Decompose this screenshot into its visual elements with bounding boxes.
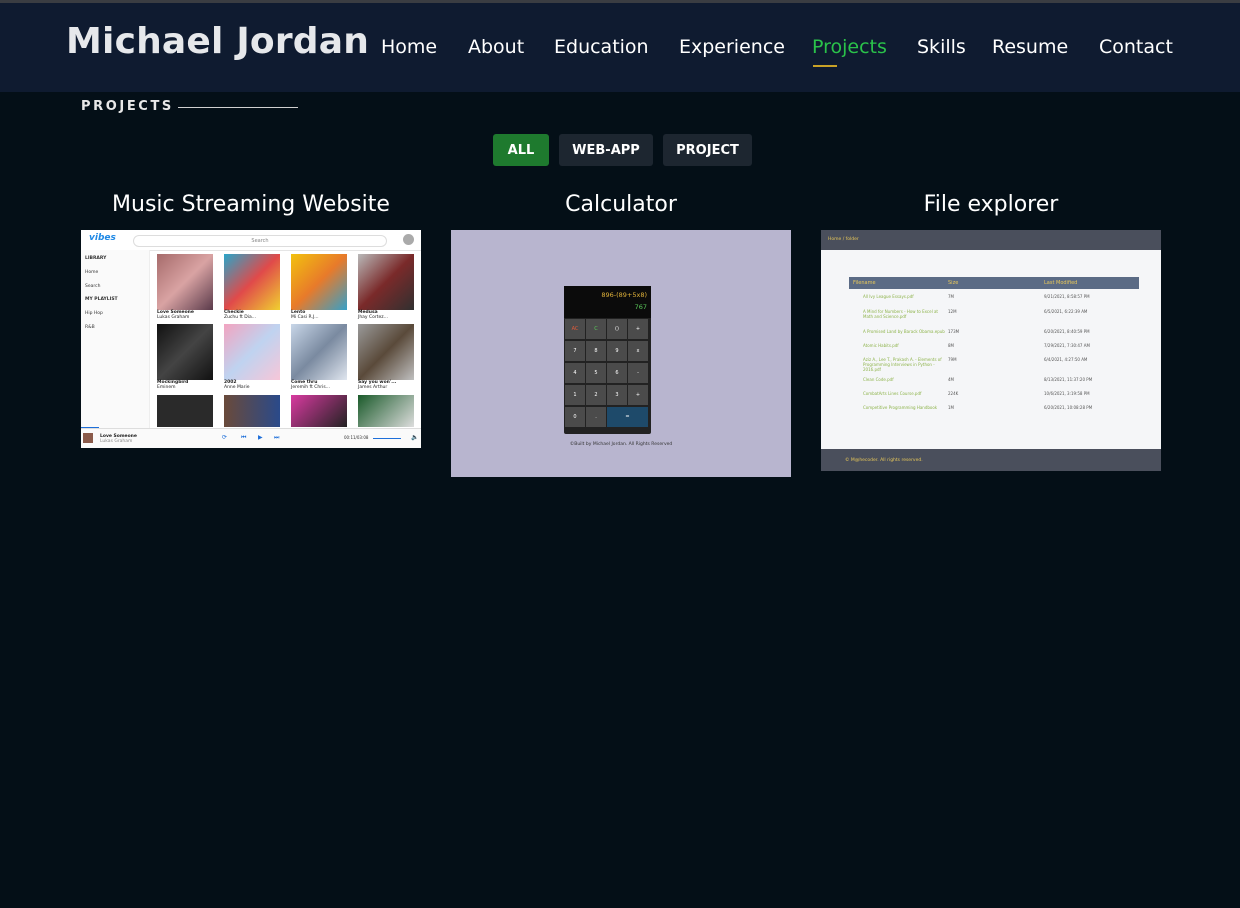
- nav-experience[interactable]: Experience: [679, 36, 785, 58]
- project-title-file-explorer[interactable]: File explorer: [821, 192, 1161, 217]
- album-cover: [157, 324, 213, 380]
- section-title: PROJECTS: [81, 99, 174, 114]
- calc-key: 0: [565, 407, 585, 427]
- now-playing-art: [83, 433, 93, 443]
- calc-key: 9: [607, 341, 627, 361]
- music-brand-logo: vibes: [89, 233, 116, 243]
- album-cover: [358, 324, 414, 380]
- calc-key: x: [628, 341, 648, 361]
- calc-key: AC: [565, 319, 585, 339]
- calc-key: 2: [586, 385, 606, 405]
- play-icon: ▶: [258, 434, 263, 441]
- nav-education[interactable]: Education: [554, 36, 649, 58]
- calculator-result: 767: [634, 303, 647, 311]
- album-caption: Lento Mi Casi R.J...: [291, 310, 319, 320]
- album-cover: [157, 254, 213, 310]
- project-filters: ALL WEB-APP PROJECT: [0, 134, 1240, 166]
- nav-projects[interactable]: Projects: [812, 36, 887, 67]
- album-caption: 2002 Anne Marie: [224, 380, 250, 390]
- calc-key: (): [607, 319, 627, 339]
- calc-key: 3: [607, 385, 627, 405]
- album-caption: Checkie Zuchu ft Dia...: [224, 310, 257, 320]
- album-caption: Medusa Jhay Cortez...: [358, 310, 388, 320]
- avatar: [403, 234, 414, 245]
- column-filename: Filename: [853, 280, 876, 286]
- calc-key: 1: [565, 385, 585, 405]
- calc-key: 7: [565, 341, 585, 361]
- music-player-bar: Love Someone Lukas Graham ⟳ ⏮ ▶ ⏭ 00:11/0…: [81, 428, 421, 448]
- calc-key: -: [628, 363, 648, 383]
- column-size: Size: [948, 280, 959, 286]
- calculator-display: 896-(89+5x8) 767: [564, 286, 651, 318]
- album-caption: Come thru Jeremih ft Chris...: [291, 380, 330, 390]
- calc-key: 6: [607, 363, 627, 383]
- album-cover: [358, 254, 414, 310]
- album-caption: Say you won'... James Arthur: [358, 380, 397, 390]
- music-search-field: Search: [133, 235, 387, 247]
- project-thumbnail-music[interactable]: vibes Search LIBRARY Home Search MY PLAY…: [81, 230, 421, 448]
- music-sidebar-search: Search: [85, 284, 101, 289]
- album-cover: [224, 254, 280, 310]
- music-sidebar: LIBRARY Home Search MY PLAYLIST Hip Hop …: [81, 250, 150, 428]
- filter-all-button[interactable]: ALL: [493, 134, 549, 166]
- nav-skills[interactable]: Skills: [917, 36, 966, 58]
- music-sidebar-rnb: R&B: [85, 325, 95, 330]
- volume-slider: [373, 438, 401, 439]
- project-thumbnail-calculator[interactable]: 896-(89+5x8) 767 AC C () + 7 8 9 x 4 5 6…: [451, 230, 791, 477]
- site-header: Michael Jordan Home About Education Expe…: [0, 3, 1240, 92]
- site-logo[interactable]: Michael Jordan: [66, 21, 369, 62]
- album-caption: Love Someone Lukas Graham: [157, 310, 194, 320]
- nav-resume[interactable]: Resume: [992, 36, 1068, 58]
- file-table-header: Filename Size Last Modified: [849, 277, 1139, 289]
- album-cover: [224, 395, 280, 427]
- nav-contact[interactable]: Contact: [1099, 36, 1173, 58]
- active-nav-indicator: [813, 65, 837, 67]
- album-cover: [291, 254, 347, 310]
- album-cover: [291, 324, 347, 380]
- section-title-divider: [178, 107, 298, 108]
- music-sidebar-home: Home: [85, 270, 99, 275]
- calc-key: C: [586, 319, 606, 339]
- calculator-footer: ©Built by Michael Jordan. All Rights Res…: [569, 442, 673, 447]
- file-explorer-footer: © M@hecoder. All rights reserved.: [821, 449, 1161, 471]
- album-cover: [291, 395, 347, 427]
- calc-key: 5: [586, 363, 606, 383]
- calc-key: .: [586, 407, 606, 427]
- nav-about[interactable]: About: [468, 36, 524, 58]
- music-sidebar-library: LIBRARY: [85, 256, 107, 261]
- now-playing-info: Love Someone Lukas Graham: [100, 434, 137, 444]
- breadcrumb: Home / folder: [828, 237, 859, 242]
- filter-project-button[interactable]: PROJECT: [663, 134, 752, 166]
- album-caption: Mockingbird Eminem: [157, 380, 189, 390]
- calc-key: +: [628, 385, 648, 405]
- album-cover: [224, 324, 280, 380]
- album-cover: [358, 395, 414, 427]
- nav-projects-label: Projects: [812, 36, 887, 58]
- calc-key: +: [628, 319, 648, 339]
- album-cover: [157, 395, 213, 427]
- next-icon: ⏭: [274, 434, 280, 441]
- project-thumbnail-file-explorer[interactable]: Home / folder Filename Size Last Modifie…: [821, 230, 1161, 471]
- music-sidebar-playlist: MY PLAYLIST: [85, 297, 118, 302]
- file-explorer-copyright: © M@hecoder. All rights reserved.: [845, 458, 923, 463]
- calculator-expression: 896-(89+5x8): [601, 291, 647, 299]
- calc-key: 8: [586, 341, 606, 361]
- nav-home[interactable]: Home: [381, 36, 437, 58]
- calc-key-equals: =: [607, 407, 648, 427]
- repeat-icon: ⟳: [222, 434, 228, 441]
- calculator-body: 896-(89+5x8) 767 AC C () + 7 8 9 x 4 5 6…: [564, 286, 651, 434]
- column-last-modified: Last Modified: [1044, 280, 1078, 286]
- volume-icon: 🔈: [411, 434, 419, 441]
- previous-icon: ⏮: [241, 434, 247, 441]
- playback-time: 00:11/03:08: [344, 435, 369, 440]
- file-explorer-breadcrumb-bar: Home / folder: [821, 230, 1161, 250]
- filter-web-app-button[interactable]: WEB-APP: [559, 134, 653, 166]
- music-sidebar-hiphop: Hip Hop: [85, 311, 103, 316]
- project-title-calculator[interactable]: Calculator: [451, 192, 791, 217]
- music-topbar: vibes Search: [81, 230, 421, 251]
- project-title-music[interactable]: Music Streaming Website: [81, 192, 421, 217]
- calc-key: 4: [565, 363, 585, 383]
